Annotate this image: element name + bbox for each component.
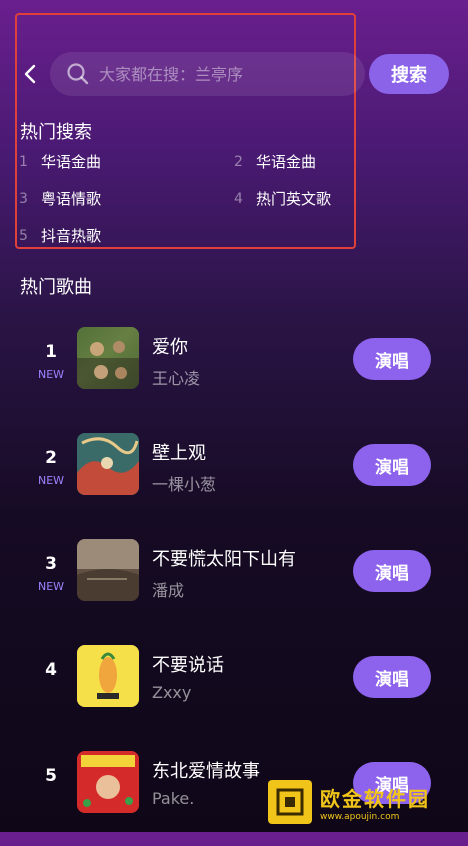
song-title: 壁上观: [152, 443, 206, 464]
hot-search-item[interactable]: 1 华语金曲: [19, 151, 101, 172]
search-input[interactable]: [97, 63, 341, 85]
chevron-left-icon: [24, 64, 36, 84]
song-rank: 2 NEW: [36, 448, 66, 487]
search-box[interactable]: [50, 52, 365, 96]
hot-search-index: 2: [234, 153, 243, 170]
hot-search-index: 3: [19, 190, 28, 207]
hot-search-text: 抖音热歌: [41, 227, 102, 245]
song-artist: Zxxy: [152, 683, 192, 702]
hot-search-text: 华语金曲: [256, 153, 317, 171]
rank-number: 1: [45, 342, 57, 362]
hot-search-index: 4: [234, 190, 243, 207]
new-badge: NEW: [37, 474, 65, 487]
hot-search-text: 热门英文歌: [256, 190, 332, 208]
hot-search-item[interactable]: 3 粤语情歌: [19, 188, 101, 209]
search-icon: [65, 61, 91, 87]
hot-search-title: 热门搜索: [20, 122, 92, 143]
watermark-url: www.apoujin.com: [320, 811, 400, 822]
hot-search-index: 1: [19, 153, 28, 170]
rank-number: 3: [45, 554, 57, 574]
hot-search-item[interactable]: 5 抖音热歌: [19, 225, 101, 246]
watermark-text: 欧金软件园 www.apoujin.com: [320, 783, 430, 822]
album-cover: [77, 433, 139, 495]
search-button[interactable]: 搜索: [369, 54, 449, 94]
album-cover: [77, 539, 139, 601]
album-cover: [77, 751, 139, 813]
rank-number: 5: [45, 766, 57, 786]
rank-number: 2: [45, 448, 57, 468]
song-row[interactable]: 3 NEW 不要慌太阳下山有 潘成 演唱: [0, 528, 468, 634]
song-title: 不要慌太阳下山有: [152, 549, 296, 570]
song-title: 不要说话: [152, 655, 224, 676]
song-rank: 3 NEW: [36, 554, 66, 593]
song-row[interactable]: 2 NEW 壁上观 一棵小葱 演唱: [0, 422, 468, 528]
back-button[interactable]: [18, 60, 42, 88]
watermark-name: 欧金软件园: [320, 786, 430, 811]
sing-button[interactable]: 演唱: [353, 444, 431, 486]
song-row[interactable]: 1 NEW 爱你 王心凌 演唱: [0, 316, 468, 422]
hot-search-text: 华语金曲: [41, 153, 102, 171]
song-row[interactable]: 4 不要说话 Zxxy 演唱: [0, 634, 468, 740]
song-artist: Pake.: [152, 789, 195, 808]
sing-button[interactable]: 演唱: [353, 338, 431, 380]
sing-button[interactable]: 演唱: [353, 656, 431, 698]
song-title: 东北爱情故事: [152, 761, 260, 782]
song-artist: 潘成: [152, 581, 185, 600]
song-artist: 一棵小葱: [152, 475, 217, 494]
sing-button[interactable]: 演唱: [353, 550, 431, 592]
rank-number: 4: [45, 660, 57, 680]
watermark: 欧金软件园 www.apoujin.com: [268, 776, 464, 828]
new-badge: NEW: [37, 580, 65, 593]
hot-search-index: 5: [19, 227, 28, 244]
album-cover: [77, 645, 139, 707]
hot-search-text: 粤语情歌: [41, 190, 102, 208]
hot-search-item[interactable]: 2 华语金曲: [234, 151, 316, 172]
song-rank: 1 NEW: [36, 342, 66, 381]
watermark-logo-icon: [268, 780, 312, 824]
song-title: 爱你: [152, 337, 188, 358]
album-cover: [77, 327, 139, 389]
hot-songs-title: 热门歌曲: [20, 277, 92, 298]
hot-search-item[interactable]: 4 热门英文歌: [234, 188, 331, 209]
song-rank: 4: [36, 660, 66, 680]
new-badge: NEW: [37, 368, 65, 381]
song-artist: 王心凌: [152, 369, 201, 388]
song-rank: 5: [36, 766, 66, 786]
